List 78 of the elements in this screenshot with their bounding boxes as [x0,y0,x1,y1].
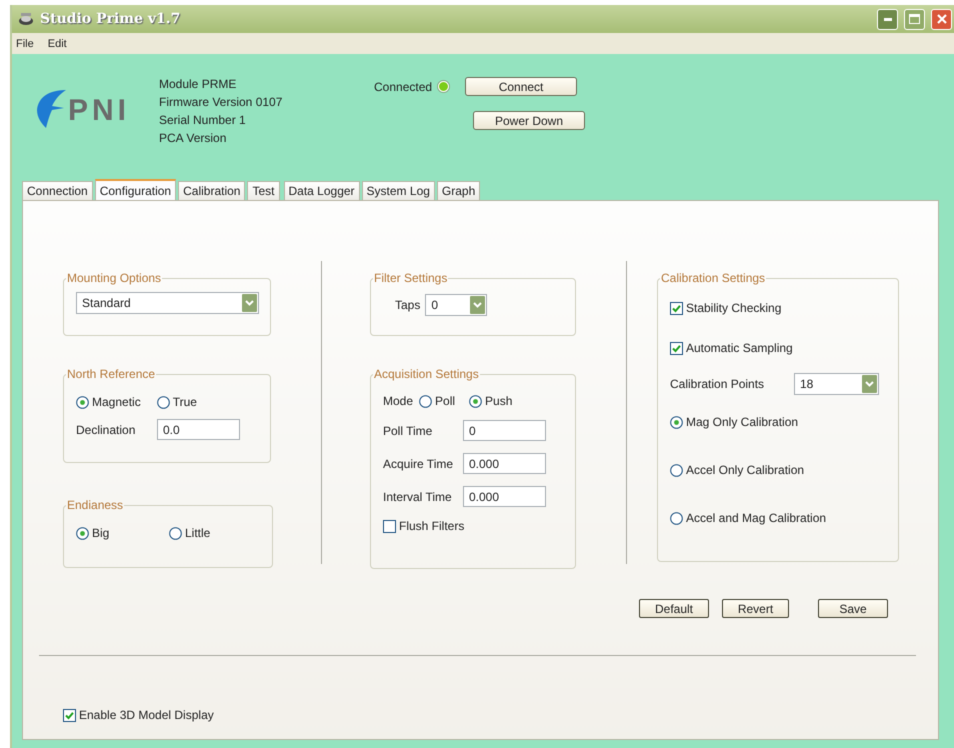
radio-button[interactable] [169,526,182,540]
checkbox[interactable] [670,342,683,354]
module-info: Module PRME [159,77,238,91]
radio-label: True [172,395,197,409]
action-button[interactable]: Default [639,599,709,618]
tab[interactable]: Calibration [178,181,246,200]
mounting-dropdown[interactable]: Standard [76,292,259,314]
logo-text: PNI [68,94,130,128]
radio-button[interactable] [419,394,432,408]
window-title: Studio Prime v1.7 [40,11,182,27]
module-info: PCA Version [159,131,228,145]
group-title: Filter Settings [373,271,448,285]
minimize-button[interactable] [877,8,898,30]
checkbox[interactable] [670,302,683,314]
connection-status: Connected [374,80,432,94]
chevron-down-icon [242,294,257,312]
module-info: Firmware Version 0107 [159,95,284,109]
checkbox[interactable] [383,520,396,532]
group-title: Endianess [66,498,124,512]
radio-button[interactable] [76,396,89,408]
power-down-button[interactable]: Power Down [473,111,585,130]
checkbox-label: Automatic Sampling [686,341,793,355]
chevron-down-icon [862,375,877,393]
radio-label: Little [185,526,210,540]
group-title: North Reference [66,367,156,381]
radio-label: Accel and Mag Calibration [686,511,826,525]
time-field[interactable]: 0 [463,420,546,441]
tab[interactable]: Test [247,181,280,200]
points-dropdown[interactable]: 18 [794,373,879,395]
radio-button[interactable] [156,396,170,408]
radio-button[interactable] [76,526,89,540]
taps-dropdown[interactable]: 0 [425,294,488,316]
minimize-icon [884,18,892,20]
tab[interactable]: Connection [22,181,93,200]
group-title: Calibration Settings [660,271,766,285]
radio-label: Magnetic [92,395,141,409]
tab[interactable]: Data Logger [284,181,360,200]
chevron-down-icon [470,296,486,314]
radio-button[interactable] [670,512,683,524]
checkbox-label: Flush Filters [399,519,464,533]
time-field[interactable]: 0.000 [463,486,546,507]
checkbox[interactable] [63,708,76,722]
close-button[interactable] [931,8,952,30]
field-label: Acquire Time [383,456,454,470]
declination-field[interactable]: 0.0 [157,419,240,440]
radio-label: Big [92,526,110,540]
radio-button[interactable] [670,464,683,476]
field-label: Interval Time [383,490,453,504]
app-icon [18,12,34,26]
menu-item[interactable]: Edit [46,38,69,50]
tab[interactable]: Graph [436,181,480,200]
radio-label: Mag Only Calibration [686,415,798,429]
radio-label: Accel Only Calibration [686,463,804,477]
radio-label: Poll [435,394,456,408]
field-label: Calibration Points [670,377,766,391]
action-button[interactable]: Save [818,599,888,618]
group-title: Acquisition Settings [373,367,480,381]
connect-button[interactable]: Connect [465,77,578,96]
field-label: Declination [76,422,136,436]
tab[interactable]: Configuration [94,179,176,200]
logo-icon [36,88,66,130]
maximize-button[interactable] [904,8,925,30]
maximize-icon [909,14,920,24]
field-label: Taps [395,298,420,312]
radio-button[interactable] [469,394,482,408]
checkbox-label: Enable 3D Model Display [79,708,214,722]
group-title: Mounting Options [66,271,162,285]
tab[interactable]: System Log [362,181,435,200]
close-icon [936,14,946,24]
radio-button[interactable] [670,416,683,428]
field-label: Poll Time [383,424,434,438]
radio-label: Push [485,394,512,408]
module-info: Serial Number 1 [159,113,247,127]
checkbox-label: Stability Checking [686,301,782,315]
field-label: Mode [383,394,414,408]
action-button[interactable]: Revert [722,599,789,618]
menu-item[interactable]: File [14,38,36,50]
time-field[interactable]: 0.000 [463,453,546,474]
